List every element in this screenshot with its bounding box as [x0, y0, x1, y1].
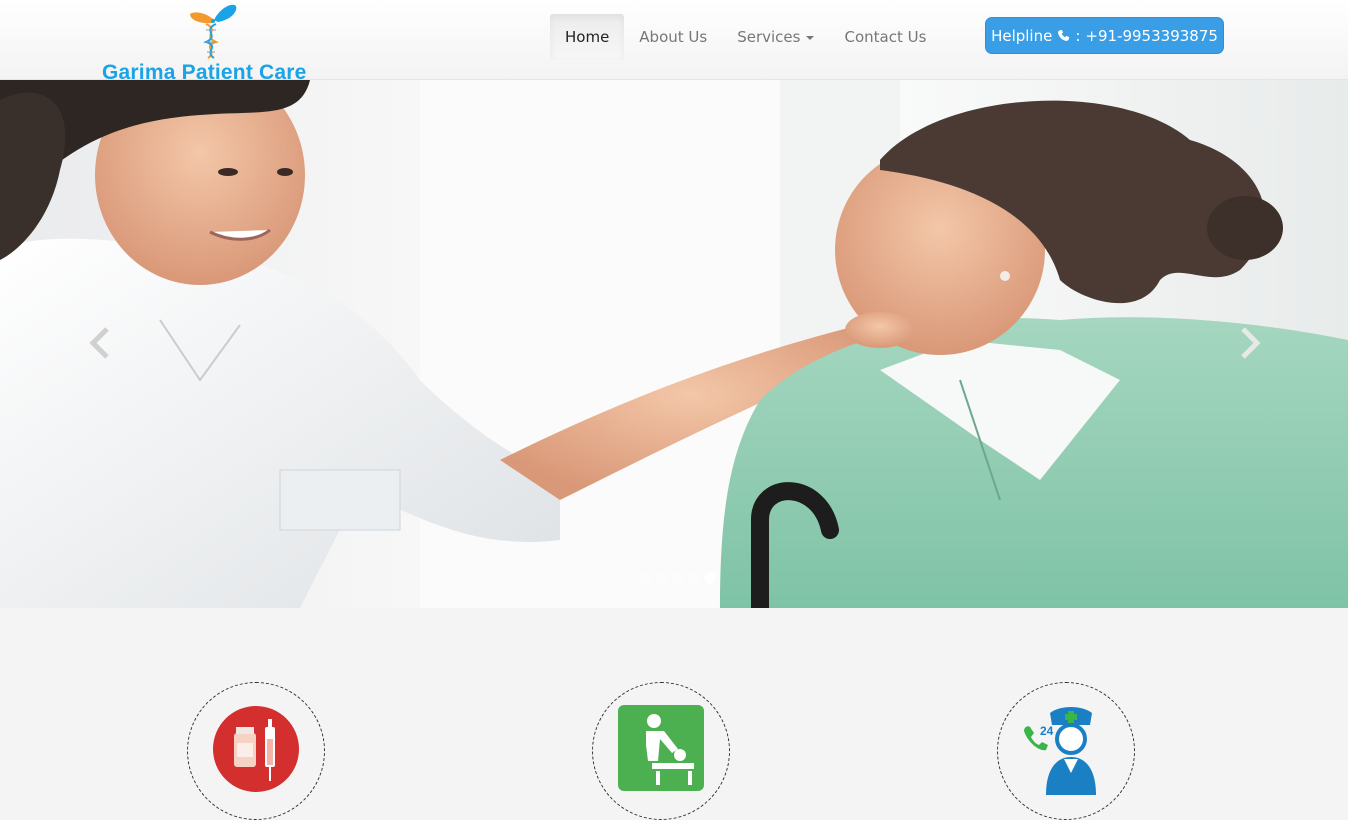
- nav-home-label: Home: [565, 28, 610, 46]
- phone-icon: [1058, 29, 1070, 41]
- helpline-button[interactable]: Helpline : +91-9953393875: [985, 17, 1224, 54]
- carousel-indicator[interactable]: [656, 573, 666, 583]
- top-navbar: Garima Patient Care Home About Us Servic…: [0, 0, 1348, 84]
- 24h-nurse-support-icon: 24: [1024, 707, 1096, 795]
- nav-home[interactable]: Home: [550, 14, 625, 60]
- service-card-24h-support[interactable]: 24: [997, 682, 1135, 820]
- carousel-indicator[interactable]: [640, 573, 650, 583]
- helpline-number: +91-9953393875: [1085, 26, 1218, 45]
- helpline-separator: :: [1075, 26, 1081, 45]
- chevron-right-icon: [1241, 327, 1261, 359]
- nav-contact-label: Contact Us: [844, 28, 927, 46]
- carousel-indicators: [640, 572, 716, 584]
- nav-about-label: About Us: [639, 28, 708, 46]
- medicine-syringe-icon: [213, 706, 299, 792]
- nav-services-label: Services: [737, 28, 801, 46]
- chevron-left-icon: [89, 327, 109, 359]
- nav-contact-us[interactable]: Contact Us: [829, 14, 941, 60]
- carousel-indicator[interactable]: [672, 573, 682, 583]
- nav-services-dropdown[interactable]: Services: [722, 14, 829, 60]
- brand-link[interactable]: Garima Patient Care: [100, 2, 340, 84]
- svg-text:24: 24: [1040, 724, 1054, 738]
- caret-down-icon: [806, 36, 815, 40]
- hero-carousel: [0, 80, 1348, 608]
- carousel-indicator[interactable]: [688, 573, 698, 583]
- service-card-medicine[interactable]: [187, 682, 325, 820]
- carousel-next-control[interactable]: [1235, 325, 1265, 361]
- services-section: 24: [0, 608, 1348, 820]
- nurse-with-elderly-woman-photo: [0, 80, 1348, 608]
- caduceus-butterfly-logo: [190, 4, 237, 59]
- carousel-prev-control[interactable]: [85, 325, 115, 361]
- service-card-baby-care[interactable]: [592, 682, 730, 820]
- main-nav: Home About Us Services Contact Us: [550, 14, 941, 60]
- nav-about-us[interactable]: About Us: [624, 14, 722, 60]
- helpline-prefix: Helpline: [991, 26, 1053, 45]
- baby-changing-icon: [618, 705, 704, 791]
- carousel-indicator-active[interactable]: [704, 572, 716, 584]
